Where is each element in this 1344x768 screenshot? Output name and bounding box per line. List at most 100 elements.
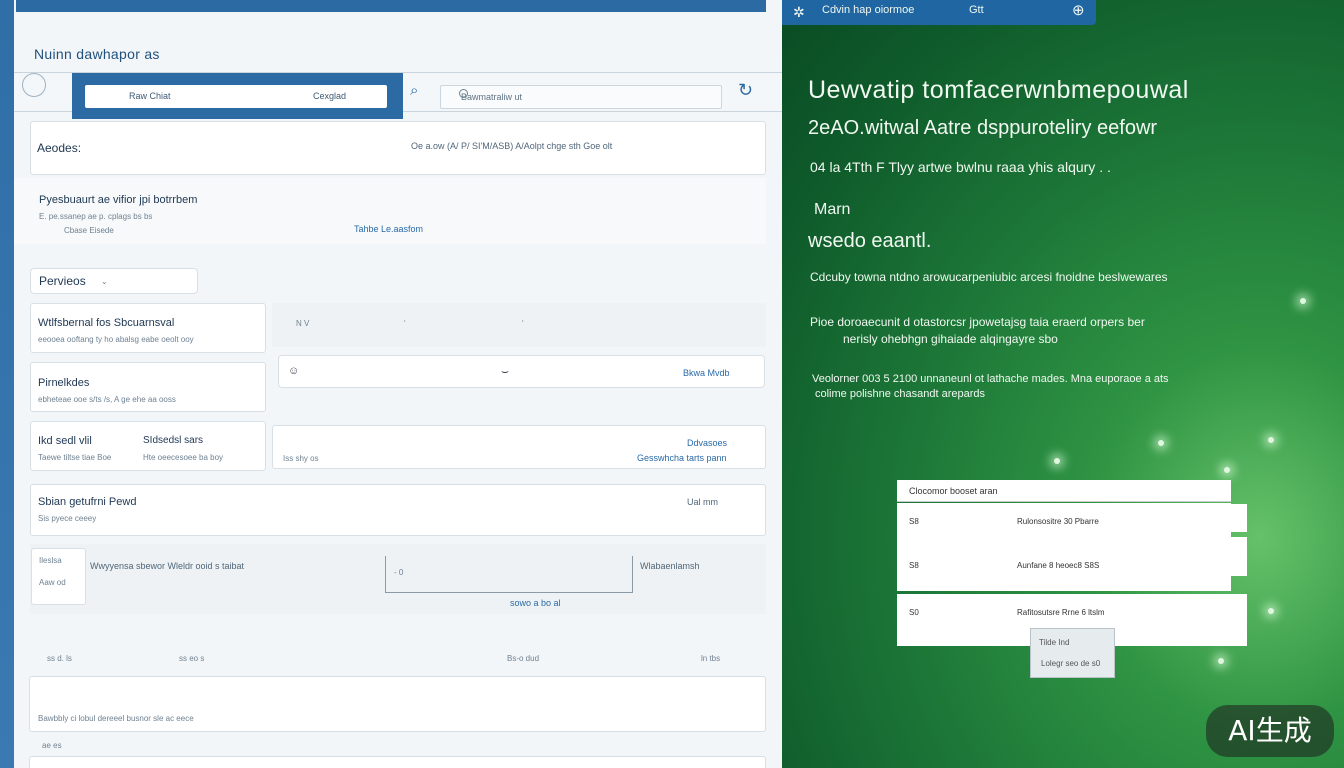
table-edge (1231, 537, 1247, 576)
footer-link[interactable]: sowo a bo al (510, 598, 561, 608)
table-cell-text: Rafitosutsre Rrne 6 ltslm (1017, 608, 1105, 617)
row-title: Ikd sedl vlil (38, 435, 92, 447)
section-meta: Oe a.ow (A/ P/ SI'M/ASB) A/Aolpt chge st… (411, 141, 613, 151)
bottom-label: ae es (42, 741, 62, 750)
table-header-label: Clocomor booset aran (909, 486, 998, 496)
popup-line: Tilde Ind (1039, 638, 1070, 647)
light-glow (1268, 608, 1274, 614)
footer-card[interactable]: Ileslsa Aaw od (31, 548, 86, 605)
row-right-text: Ual mm (687, 497, 718, 507)
row-title: Wtlfsbernal fos Sbcuarnsval (38, 317, 175, 329)
smile-icon: ☺ (288, 365, 300, 377)
bottom-card-text: Bawbbly ci lobul dereeel busnor sle ac e… (38, 714, 194, 723)
hero-heading: Uewvatip tomfacerwnbmepouwal (808, 76, 1189, 104)
right-header-label[interactable]: Gtt (969, 4, 984, 16)
footer-right: Wlabaenlamsh (640, 561, 700, 571)
footer-label: Aaw od (39, 578, 66, 587)
footer-col: ss eo s (179, 654, 205, 663)
list-item[interactable]: Wtlfsbernal fos Sbcuarnsval eeooea oofta… (30, 303, 266, 353)
table-cell-text: Rulonsositre 30 Pbarre (1017, 517, 1099, 526)
row-detail-text: N V (296, 319, 310, 328)
search-input[interactable]: Raw Chiat Cexglad (85, 85, 387, 108)
info-line: Cbase Eisede (64, 226, 114, 235)
hero-heading-2: 2eAO.witwal Aatre dsppuroteliry eefowr (808, 117, 1158, 139)
bottom-card: Bawbbly ci lobul dereeel busnor sle ac e… (29, 676, 766, 732)
table-cell-text: Aunfane 8 heoec8 S8S (1017, 561, 1100, 570)
filter-icon (459, 89, 468, 98)
refresh-icon[interactable]: ↻ (738, 80, 753, 101)
row-field-link[interactable]: Bkwa Mvdb (683, 368, 730, 378)
info-title: Pyesbuaurt ae vifior jpi botrrbem (39, 194, 198, 206)
light-glow (1218, 658, 1224, 664)
section-header-card: Aeodes: Oe a.ow (A/ P/ SI'M/ASB) A/Aolpt… (30, 121, 766, 175)
light-glow (1300, 298, 1306, 304)
filter-input[interactable]: Bawmatraliw ut (440, 85, 722, 109)
row-subtitle: Sis pyece ceeey (38, 514, 97, 523)
hero-paragraph: nerisly ohebhgn gihaiade alqingayre sbo (843, 332, 1058, 346)
hero-paragraph: Cdcuby towna ntdno arowucarpeniubic arce… (810, 270, 1168, 284)
bottom-card-2 (29, 756, 766, 768)
chevron-down-icon: ⌄ (101, 277, 108, 286)
row-detail-text: Iss shy os (283, 454, 319, 463)
list-item[interactable]: Ikd sedl vlil SIdsedsl sars Taewe tiltse… (30, 421, 266, 471)
table-cell-id: S8 (909, 561, 919, 570)
row-detail-link-2[interactable]: Gesswhcha tarts pann (637, 453, 727, 463)
circle-icon[interactable] (22, 73, 46, 97)
hero-sub-2: wsedo eaantl. (808, 230, 932, 252)
table-row[interactable]: S8 Rulonsositre 30 Pbarre (897, 503, 1231, 547)
row-subtitle: Taewe tiltse tiae Boe (38, 453, 112, 462)
light-glow (1224, 467, 1230, 473)
row-detail-link[interactable]: Ddvasoes (687, 438, 727, 448)
light-glow (1158, 440, 1164, 446)
right-header-title: Cdvin hap oiormoe (822, 4, 915, 16)
popup-line: Lolegr seo de s0 (1041, 659, 1101, 668)
search-right-label: Cexglad (313, 91, 347, 101)
footer-col: ln tbs (701, 654, 721, 663)
footer-col: ss d. ls (47, 654, 72, 663)
row-detail: N V ʹ ʹ (272, 303, 766, 347)
footer-value: - 0 (394, 568, 404, 577)
permissions-label: Pervieos (39, 274, 86, 288)
hero-paragraph: Pioe doroaecunit d otastorcsr jpowetajsg… (810, 315, 1145, 329)
logo-icon: ✲ (793, 4, 805, 20)
help-icon[interactable]: ⊕ (1072, 1, 1085, 19)
table-header: Clocomor booset aran (897, 480, 1231, 502)
search-icon[interactable]: ⌕ (410, 82, 418, 99)
filter-placeholder: Bawmatraliw ut (461, 92, 523, 102)
row-title: Sbian getufrni Pewd (38, 496, 137, 508)
info-link[interactable]: Tahbe Le.aasfom (354, 224, 423, 234)
page-title: Nuinn dawhapor as (34, 46, 160, 62)
table-cell-id: S8 (909, 517, 919, 526)
table-edge (1231, 504, 1247, 532)
row-title: Pirnelkdes (38, 377, 90, 389)
footer-text: Wwyyensa sbewor Wleldr ooid s taibat (90, 561, 245, 571)
row-detail: Iss shy os Ddvasoes Gesswhcha tarts pann (272, 425, 766, 469)
light-glow (1054, 458, 1060, 464)
tick-mark: ʹ (522, 319, 524, 328)
hero-paragraph: Veolorner 003 5 2100 unnaneunl ot lathac… (812, 373, 1169, 385)
curve-icon: ⌣ (501, 364, 509, 378)
row-subtitle: ebheteae ooe s/ts /s, A ge ehe aa ooss (38, 395, 176, 404)
footer-box: - 0 (385, 556, 633, 593)
top-bar (16, 0, 766, 12)
table-popup[interactable]: Tilde Ind Lolegr seo de s0 (1030, 628, 1115, 678)
footer-col: Bs-o dud (507, 654, 540, 663)
row-title-2: SIdsedsl sars (143, 435, 204, 446)
footer-label: Ileslsa (39, 556, 62, 565)
section-title: Aeodes: (37, 141, 82, 155)
window-edge (0, 0, 14, 768)
row-subtitle: eeooea ooftang ty ho abalsg eabe oeolt o… (38, 335, 194, 344)
hero-sub: Marn (814, 201, 851, 218)
table-row[interactable]: S8 Aunfane 8 heoec8 S8S (897, 547, 1231, 591)
row-field[interactable]: ☺ ⌣ Bkwa Mvdb (278, 355, 765, 388)
table-cell-id: S0 (909, 608, 919, 617)
hero-line: 04 la 4Tth F Tlyy artwe bwlnu raaa yhis … (810, 159, 1111, 175)
info-block: Pyesbuaurt ae vifior jpi botrrbem E. pe.… (14, 178, 766, 244)
list-item[interactable]: Pirnelkdes ebheteae ooe s/ts /s, A ge eh… (30, 362, 266, 412)
info-line: E. pe.ssanep ae p. cplags bs bs (39, 212, 153, 221)
list-item[interactable]: Sbian getufrni Pewd Sis pyece ceeey Ual … (30, 484, 766, 536)
row-subtitle-2: Hte oeecesoee ba boy (143, 453, 224, 462)
permissions-dropdown[interactable]: Pervieos ⌄ (30, 268, 198, 294)
watermark-badge: AI生成 (1206, 705, 1334, 757)
tick-mark: ʹ (404, 319, 406, 328)
